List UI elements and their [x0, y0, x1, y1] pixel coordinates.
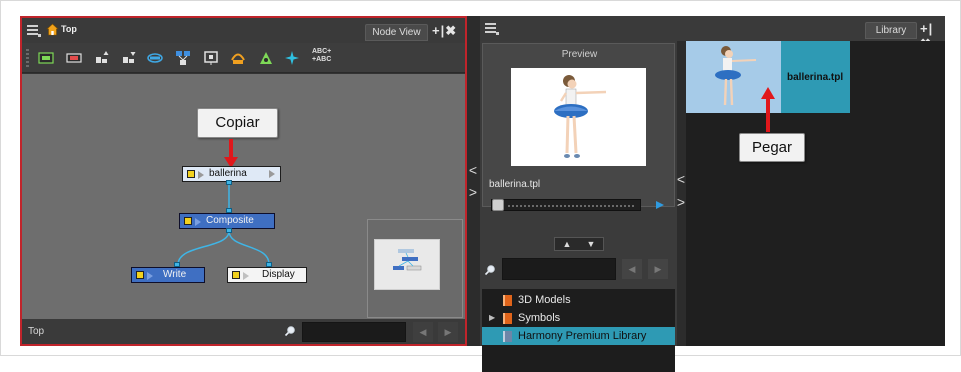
tree-item-label: Harmony Premium Library: [518, 330, 647, 342]
abc-icon[interactable]: ABC+ +ABC: [312, 48, 331, 64]
sidebar-updown-toggle[interactable]: ▲ ▼: [554, 237, 604, 251]
prev-button[interactable]: ◀: [413, 322, 433, 342]
wire-composite-display: [228, 230, 270, 265]
node-write-label: Write: [163, 269, 187, 280]
splitter-collapse-right[interactable]: >: [468, 184, 478, 200]
ballerina-preview-image: [511, 68, 646, 166]
node-view-canvas[interactable]: Copiar ballerina Composite Write Display: [22, 74, 465, 319]
node-enable-toggle[interactable]: [184, 217, 192, 225]
node-view-toolbar: ABC+ +ABC: [22, 43, 465, 73]
preview-title: Preview: [561, 49, 598, 60]
callout-copy: Copiar: [197, 108, 278, 138]
backdrop-icon[interactable]: [203, 50, 219, 66]
tab-add-close-buttons[interactable]: +|✖: [432, 23, 457, 39]
node-view-panel: Top Node View +|✖ ABC+ +ABC Copiar balle…: [20, 16, 467, 346]
callout-paste-arrow: [761, 87, 775, 132]
node-enable-toggle[interactable]: [232, 271, 240, 279]
toolbar-grip[interactable]: [26, 49, 29, 67]
node-view-titlebar: Top Node View +|✖: [22, 18, 465, 43]
library-splitter[interactable]: < >: [677, 41, 686, 346]
move-up-icon[interactable]: [94, 50, 110, 66]
library-titlebar: Library +|✖: [480, 16, 945, 51]
library-folder-icon: [503, 295, 512, 306]
preview-area: Preview ballerina.tpl: [482, 43, 675, 211]
node-display-label: Display: [262, 269, 295, 280]
library-tree: 3D Models ▶ Symbols Harmony Premium Libr…: [482, 289, 675, 372]
search-input[interactable]: [302, 322, 406, 342]
slider-handle[interactable]: [492, 199, 504, 211]
prev-button[interactable]: ◀: [622, 259, 642, 279]
panel-splitter[interactable]: < >: [467, 16, 480, 346]
splitter-collapse-right[interactable]: >: [676, 194, 686, 210]
tree-item-harmony-premium-library[interactable]: Harmony Premium Library: [482, 327, 675, 345]
tree-item-3d-models[interactable]: 3D Models: [482, 291, 675, 309]
preview-timeline-slider[interactable]: [491, 199, 641, 211]
node-ballerina-label: ballerina: [209, 168, 247, 179]
menu-icon[interactable]: [485, 23, 499, 35]
tree-expander[interactable]: ▶: [489, 309, 495, 327]
breadcrumb[interactable]: Top: [61, 24, 77, 34]
effect-icon[interactable]: [284, 50, 300, 66]
output-port[interactable]: [226, 228, 232, 233]
search-icon: [484, 265, 495, 276]
navigator-view: [374, 239, 440, 290]
wire-composite-write: [177, 230, 230, 265]
library-panel: Library +|✖ Preview: [480, 16, 945, 372]
node-composite[interactable]: Composite: [179, 213, 275, 229]
node-enable-toggle[interactable]: [187, 170, 195, 178]
tree-item-label: Symbols: [518, 312, 561, 324]
node-expand-arrow[interactable]: [195, 218, 201, 226]
move-down-icon[interactable]: [121, 50, 137, 66]
library-folder-icon: [503, 331, 512, 342]
camera-icon[interactable]: [230, 50, 246, 66]
library-sidebar: Preview ballerina.tpl ▲ ▼ ◀ ▶ 3D Models …: [480, 41, 677, 372]
library-folder-icon: [503, 313, 512, 324]
group-icon[interactable]: [175, 50, 191, 66]
splitter-collapse-left[interactable]: <: [676, 171, 686, 187]
node-display[interactable]: Display: [227, 267, 307, 283]
navigator-thumbnail: [393, 249, 422, 271]
tree-item-label: 3D Models: [518, 294, 571, 306]
node-expand-arrow[interactable]: [147, 272, 153, 280]
library-item-name: ballerina.tpl: [787, 72, 844, 83]
slider-track: [508, 205, 636, 207]
ballerina-figure: [554, 75, 607, 158]
tab-node-view[interactable]: Node View: [365, 24, 428, 41]
node-enable-toggle[interactable]: [136, 271, 144, 279]
next-button[interactable]: ▶: [438, 322, 458, 342]
screenshot-frame: Top Node View +|✖ ABC+ +ABC Copiar balle…: [0, 0, 961, 372]
down-button[interactable]: ▼: [579, 238, 603, 250]
tree-item-symbols[interactable]: ▶ Symbols: [482, 309, 675, 327]
abc-top-label: ABC+: [312, 48, 332, 55]
play-icon[interactable]: [656, 201, 664, 209]
drawing-icon[interactable]: [258, 50, 274, 66]
preview-filename: ballerina.tpl: [489, 179, 541, 190]
next-button[interactable]: ▶: [648, 259, 668, 279]
output-port[interactable]: [226, 180, 232, 185]
menu-icon[interactable]: [27, 25, 41, 37]
node-composite-label: Composite: [206, 215, 254, 226]
splitter-collapse-left[interactable]: <: [468, 162, 478, 178]
callout-paste: Pegar: [739, 133, 805, 162]
search-icon: [284, 326, 295, 337]
node-write[interactable]: Write: [131, 267, 205, 283]
node-view-statusbar: Top ◀ ▶: [22, 319, 465, 344]
tab-library[interactable]: Library: [865, 22, 917, 39]
peg-icon[interactable]: [147, 50, 163, 66]
up-button[interactable]: ▲: [555, 238, 579, 250]
status-label: Top: [28, 326, 45, 337]
library-search-input[interactable]: [502, 258, 616, 280]
composite-node-icon[interactable]: [66, 50, 82, 66]
abc-bottom-label: +ABC: [312, 56, 332, 63]
node-open-arrow[interactable]: [269, 170, 275, 178]
library-content[interactable]: ballerina.tpl Pegar: [686, 41, 945, 346]
callout-copy-arrow: [224, 139, 238, 168]
home-icon[interactable]: [46, 23, 59, 36]
navigator-box[interactable]: [367, 219, 463, 318]
display-node-icon[interactable]: [38, 50, 54, 66]
node-expand-arrow[interactable]: [243, 272, 249, 280]
node-expand-arrow[interactable]: [198, 171, 204, 179]
